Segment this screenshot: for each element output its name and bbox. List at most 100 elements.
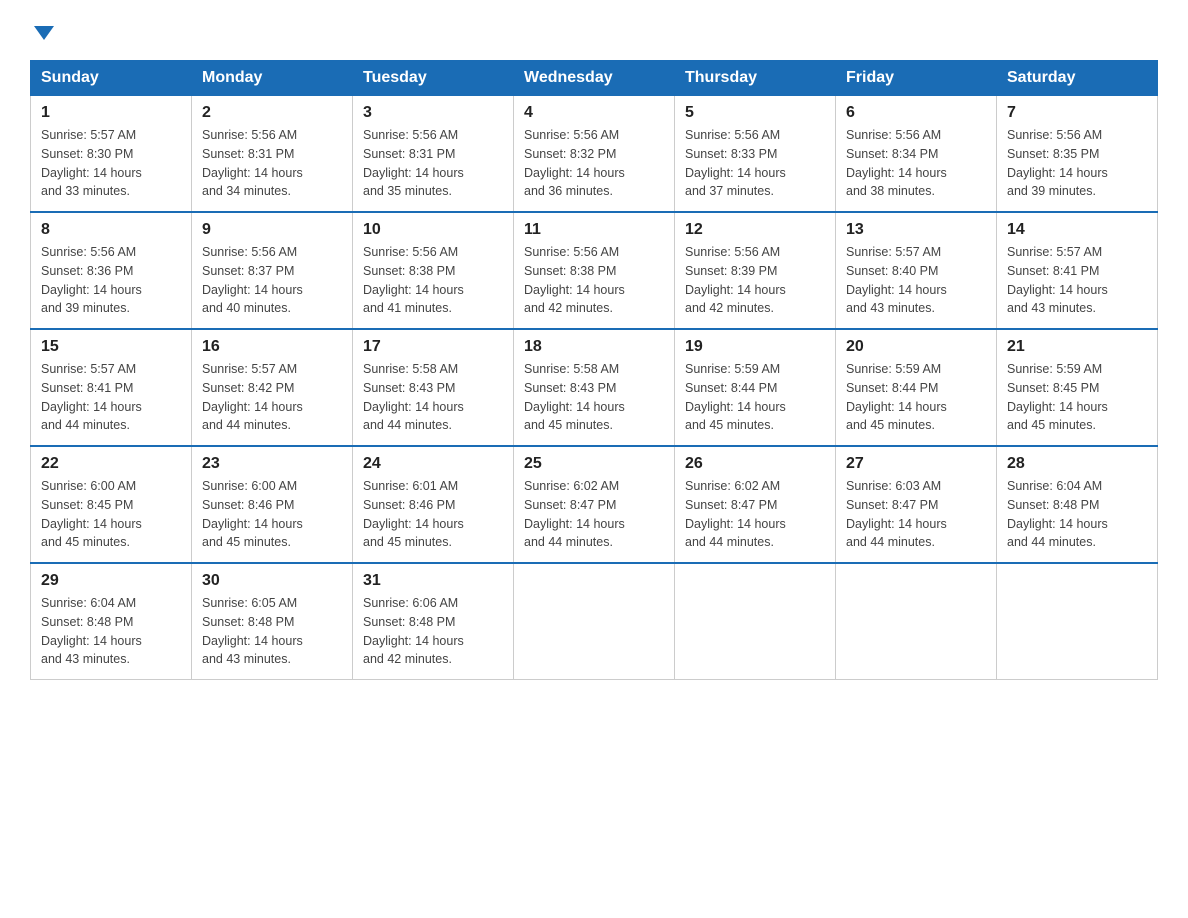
calendar-day-cell: 12 Sunrise: 5:56 AMSunset: 8:39 PMDaylig… bbox=[675, 212, 836, 329]
calendar-week-row: 1 Sunrise: 5:57 AMSunset: 8:30 PMDayligh… bbox=[31, 96, 1158, 213]
day-number: 1 bbox=[41, 104, 181, 122]
day-number: 16 bbox=[202, 338, 342, 356]
day-number: 17 bbox=[363, 338, 503, 356]
day-info: Sunrise: 6:04 AMSunset: 8:48 PMDaylight:… bbox=[1007, 477, 1147, 552]
day-number: 14 bbox=[1007, 221, 1147, 239]
day-of-week-header: Saturday bbox=[997, 61, 1158, 96]
page-header bbox=[30, 20, 1158, 42]
day-number: 9 bbox=[202, 221, 342, 239]
day-number: 11 bbox=[524, 221, 664, 239]
calendar-day-cell: 21 Sunrise: 5:59 AMSunset: 8:45 PMDaylig… bbox=[997, 329, 1158, 446]
calendar-day-cell: 11 Sunrise: 5:56 AMSunset: 8:38 PMDaylig… bbox=[514, 212, 675, 329]
calendar-day-cell bbox=[836, 563, 997, 680]
day-info: Sunrise: 6:06 AMSunset: 8:48 PMDaylight:… bbox=[363, 594, 503, 669]
day-number: 28 bbox=[1007, 455, 1147, 473]
calendar-day-cell: 22 Sunrise: 6:00 AMSunset: 8:45 PMDaylig… bbox=[31, 446, 192, 563]
day-number: 20 bbox=[846, 338, 986, 356]
day-number: 13 bbox=[846, 221, 986, 239]
day-info: Sunrise: 5:59 AMSunset: 8:45 PMDaylight:… bbox=[1007, 360, 1147, 435]
day-number: 4 bbox=[524, 104, 664, 122]
calendar-week-row: 15 Sunrise: 5:57 AMSunset: 8:41 PMDaylig… bbox=[31, 329, 1158, 446]
calendar-day-cell: 16 Sunrise: 5:57 AMSunset: 8:42 PMDaylig… bbox=[192, 329, 353, 446]
day-number: 27 bbox=[846, 455, 986, 473]
calendar-day-cell: 13 Sunrise: 5:57 AMSunset: 8:40 PMDaylig… bbox=[836, 212, 997, 329]
calendar-week-row: 22 Sunrise: 6:00 AMSunset: 8:45 PMDaylig… bbox=[31, 446, 1158, 563]
day-info: Sunrise: 5:56 AMSunset: 8:32 PMDaylight:… bbox=[524, 126, 664, 201]
day-info: Sunrise: 5:56 AMSunset: 8:31 PMDaylight:… bbox=[363, 126, 503, 201]
day-info: Sunrise: 5:58 AMSunset: 8:43 PMDaylight:… bbox=[363, 360, 503, 435]
calendar-day-cell: 6 Sunrise: 5:56 AMSunset: 8:34 PMDayligh… bbox=[836, 96, 997, 213]
calendar-day-cell: 4 Sunrise: 5:56 AMSunset: 8:32 PMDayligh… bbox=[514, 96, 675, 213]
day-info: Sunrise: 5:56 AMSunset: 8:36 PMDaylight:… bbox=[41, 243, 181, 318]
logo bbox=[30, 28, 54, 42]
day-info: Sunrise: 5:57 AMSunset: 8:41 PMDaylight:… bbox=[41, 360, 181, 435]
day-number: 19 bbox=[685, 338, 825, 356]
calendar-table: SundayMondayTuesdayWednesdayThursdayFrid… bbox=[30, 60, 1158, 680]
day-number: 30 bbox=[202, 572, 342, 590]
day-info: Sunrise: 5:56 AMSunset: 8:39 PMDaylight:… bbox=[685, 243, 825, 318]
day-number: 31 bbox=[363, 572, 503, 590]
day-info: Sunrise: 6:05 AMSunset: 8:48 PMDaylight:… bbox=[202, 594, 342, 669]
calendar-day-cell: 17 Sunrise: 5:58 AMSunset: 8:43 PMDaylig… bbox=[353, 329, 514, 446]
day-info: Sunrise: 5:56 AMSunset: 8:35 PMDaylight:… bbox=[1007, 126, 1147, 201]
day-number: 15 bbox=[41, 338, 181, 356]
calendar-day-cell bbox=[675, 563, 836, 680]
calendar-day-cell: 15 Sunrise: 5:57 AMSunset: 8:41 PMDaylig… bbox=[31, 329, 192, 446]
day-number: 5 bbox=[685, 104, 825, 122]
calendar-day-cell: 26 Sunrise: 6:02 AMSunset: 8:47 PMDaylig… bbox=[675, 446, 836, 563]
calendar-day-cell: 30 Sunrise: 6:05 AMSunset: 8:48 PMDaylig… bbox=[192, 563, 353, 680]
day-of-week-header: Sunday bbox=[31, 61, 192, 96]
day-of-week-header: Monday bbox=[192, 61, 353, 96]
calendar-day-cell: 10 Sunrise: 5:56 AMSunset: 8:38 PMDaylig… bbox=[353, 212, 514, 329]
day-number: 22 bbox=[41, 455, 181, 473]
calendar-day-cell: 27 Sunrise: 6:03 AMSunset: 8:47 PMDaylig… bbox=[836, 446, 997, 563]
calendar-day-cell: 7 Sunrise: 5:56 AMSunset: 8:35 PMDayligh… bbox=[997, 96, 1158, 213]
day-number: 24 bbox=[363, 455, 503, 473]
day-info: Sunrise: 5:59 AMSunset: 8:44 PMDaylight:… bbox=[685, 360, 825, 435]
day-number: 3 bbox=[363, 104, 503, 122]
day-of-week-header: Tuesday bbox=[353, 61, 514, 96]
calendar-day-cell: 14 Sunrise: 5:57 AMSunset: 8:41 PMDaylig… bbox=[997, 212, 1158, 329]
day-info: Sunrise: 5:56 AMSunset: 8:38 PMDaylight:… bbox=[363, 243, 503, 318]
day-number: 12 bbox=[685, 221, 825, 239]
calendar-day-cell: 2 Sunrise: 5:56 AMSunset: 8:31 PMDayligh… bbox=[192, 96, 353, 213]
day-number: 25 bbox=[524, 455, 664, 473]
calendar-day-cell: 8 Sunrise: 5:56 AMSunset: 8:36 PMDayligh… bbox=[31, 212, 192, 329]
day-number: 6 bbox=[846, 104, 986, 122]
day-info: Sunrise: 6:02 AMSunset: 8:47 PMDaylight:… bbox=[524, 477, 664, 552]
calendar-day-cell bbox=[514, 563, 675, 680]
calendar-week-row: 8 Sunrise: 5:56 AMSunset: 8:36 PMDayligh… bbox=[31, 212, 1158, 329]
day-number: 23 bbox=[202, 455, 342, 473]
calendar-day-cell: 29 Sunrise: 6:04 AMSunset: 8:48 PMDaylig… bbox=[31, 563, 192, 680]
day-of-week-header: Wednesday bbox=[514, 61, 675, 96]
day-number: 2 bbox=[202, 104, 342, 122]
day-number: 26 bbox=[685, 455, 825, 473]
calendar-day-cell: 18 Sunrise: 5:58 AMSunset: 8:43 PMDaylig… bbox=[514, 329, 675, 446]
day-info: Sunrise: 5:57 AMSunset: 8:30 PMDaylight:… bbox=[41, 126, 181, 201]
day-info: Sunrise: 5:59 AMSunset: 8:44 PMDaylight:… bbox=[846, 360, 986, 435]
day-info: Sunrise: 6:01 AMSunset: 8:46 PMDaylight:… bbox=[363, 477, 503, 552]
day-info: Sunrise: 5:57 AMSunset: 8:42 PMDaylight:… bbox=[202, 360, 342, 435]
calendar-day-cell: 5 Sunrise: 5:56 AMSunset: 8:33 PMDayligh… bbox=[675, 96, 836, 213]
day-info: Sunrise: 6:02 AMSunset: 8:47 PMDaylight:… bbox=[685, 477, 825, 552]
calendar-day-cell: 1 Sunrise: 5:57 AMSunset: 8:30 PMDayligh… bbox=[31, 96, 192, 213]
day-info: Sunrise: 5:56 AMSunset: 8:31 PMDaylight:… bbox=[202, 126, 342, 201]
calendar-day-cell bbox=[997, 563, 1158, 680]
logo-triangle-icon bbox=[34, 26, 54, 40]
day-number: 21 bbox=[1007, 338, 1147, 356]
day-info: Sunrise: 6:00 AMSunset: 8:46 PMDaylight:… bbox=[202, 477, 342, 552]
day-info: Sunrise: 5:56 AMSunset: 8:38 PMDaylight:… bbox=[524, 243, 664, 318]
calendar-day-cell: 9 Sunrise: 5:56 AMSunset: 8:37 PMDayligh… bbox=[192, 212, 353, 329]
calendar-day-cell: 20 Sunrise: 5:59 AMSunset: 8:44 PMDaylig… bbox=[836, 329, 997, 446]
calendar-day-cell: 31 Sunrise: 6:06 AMSunset: 8:48 PMDaylig… bbox=[353, 563, 514, 680]
day-info: Sunrise: 5:57 AMSunset: 8:41 PMDaylight:… bbox=[1007, 243, 1147, 318]
day-info: Sunrise: 5:56 AMSunset: 8:37 PMDaylight:… bbox=[202, 243, 342, 318]
calendar-day-cell: 3 Sunrise: 5:56 AMSunset: 8:31 PMDayligh… bbox=[353, 96, 514, 213]
day-info: Sunrise: 5:58 AMSunset: 8:43 PMDaylight:… bbox=[524, 360, 664, 435]
day-of-week-header: Thursday bbox=[675, 61, 836, 96]
day-number: 10 bbox=[363, 221, 503, 239]
day-info: Sunrise: 6:03 AMSunset: 8:47 PMDaylight:… bbox=[846, 477, 986, 552]
calendar-day-cell: 23 Sunrise: 6:00 AMSunset: 8:46 PMDaylig… bbox=[192, 446, 353, 563]
calendar-week-row: 29 Sunrise: 6:04 AMSunset: 8:48 PMDaylig… bbox=[31, 563, 1158, 680]
calendar-day-cell: 24 Sunrise: 6:01 AMSunset: 8:46 PMDaylig… bbox=[353, 446, 514, 563]
